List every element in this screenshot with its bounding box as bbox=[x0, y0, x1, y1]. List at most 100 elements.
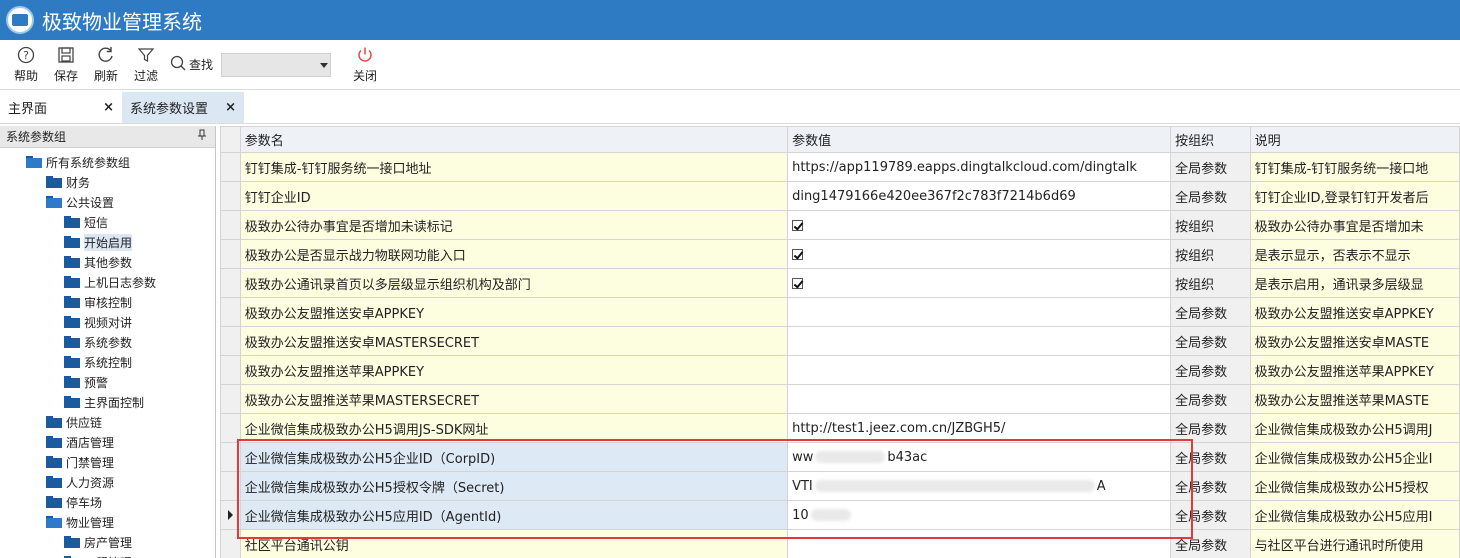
row-header[interactable] bbox=[220, 442, 241, 472]
param-name-cell[interactable]: 企业微信集成极致办公H5企业ID（CorpID) bbox=[239, 442, 789, 472]
help-button[interactable]: ? 帮助 bbox=[6, 42, 46, 88]
param-desc-cell[interactable]: 极致办公友盟推送苹果APPKEY bbox=[1249, 355, 1460, 385]
table-row[interactable]: 极致办公友盟推送苹果APPKEY 全局参数 极致办公友盟推送苹果APPKEY bbox=[220, 355, 1460, 385]
row-header[interactable] bbox=[220, 500, 241, 530]
tree-item[interactable]: 房产管理 bbox=[64, 532, 132, 552]
param-name-cell[interactable]: 极致办公待办事宜是否增加未读标记 bbox=[239, 210, 789, 240]
param-value-cell[interactable] bbox=[787, 268, 1172, 298]
param-desc-cell[interactable]: 企业微信集成极致办公H5授权 bbox=[1249, 471, 1460, 501]
table-row[interactable]: 企业微信集成极致办公H5企业ID（CorpID) ww b43ac 全局参数 企业微信集… bbox=[220, 442, 1460, 472]
tree-item[interactable]: 短信 bbox=[64, 212, 108, 232]
row-header[interactable] bbox=[220, 181, 241, 211]
param-name-cell[interactable]: 极致办公友盟推送苹果APPKEY bbox=[239, 355, 789, 385]
param-org-cell[interactable]: 全局参数 bbox=[1170, 471, 1251, 501]
tree-item[interactable]: 预警 bbox=[64, 372, 108, 392]
table-row[interactable]: 钉钉企业ID ding1479166e420ee367f2c783f7214b6d… bbox=[220, 181, 1460, 211]
chevron-down-icon[interactable] bbox=[320, 62, 329, 68]
row-header[interactable] bbox=[220, 384, 241, 414]
param-name-cell[interactable]: 钉钉集成-钉钉服务统一接口地址 bbox=[239, 152, 789, 182]
param-value-cell[interactable]: 10 bbox=[787, 500, 1172, 530]
param-name-cell[interactable]: 极致办公是否显示战力物联网功能入口 bbox=[239, 239, 789, 269]
param-value-cell[interactable]: ww b43ac bbox=[787, 442, 1172, 472]
filter-button[interactable]: 过滤 bbox=[126, 42, 166, 88]
save-button[interactable]: 保存 bbox=[46, 42, 86, 88]
param-org-cell[interactable]: 全局参数 bbox=[1170, 297, 1251, 327]
row-header[interactable] bbox=[220, 239, 241, 269]
param-name-cell[interactable]: 社区平台通讯公钥 bbox=[239, 529, 789, 558]
param-org-cell[interactable]: 全局参数 bbox=[1170, 529, 1251, 558]
refresh-button[interactable]: 刷新 bbox=[86, 42, 126, 88]
param-org-cell[interactable]: 全局参数 bbox=[1170, 181, 1251, 211]
param-desc-cell[interactable]: 极致办公友盟推送安卓MASTE bbox=[1249, 326, 1460, 356]
tree-item[interactable]: 停车场 bbox=[46, 492, 102, 512]
checkbox-checked[interactable] bbox=[792, 248, 804, 260]
param-name-cell[interactable]: 极致办公通讯录首页以多层级显示组织机构及部门 bbox=[239, 268, 789, 298]
table-row[interactable]: 极致办公待办事宜是否增加未读标记 按组织 极致办公待办事宜是否增加未 bbox=[220, 210, 1460, 240]
param-desc-cell[interactable]: 钉钉集成-钉钉服务统一接口地 bbox=[1249, 152, 1460, 182]
param-org-cell[interactable]: 全局参数 bbox=[1170, 442, 1251, 472]
column-header-desc[interactable]: 说明 bbox=[1249, 126, 1460, 153]
param-desc-cell[interactable]: 极致办公友盟推送安卓APPKEY bbox=[1249, 297, 1460, 327]
row-header[interactable] bbox=[220, 297, 241, 327]
search-combo[interactable] bbox=[221, 52, 332, 77]
checkbox-checked[interactable] bbox=[792, 219, 804, 231]
close-icon[interactable]: × bbox=[225, 100, 236, 115]
row-header[interactable] bbox=[220, 152, 241, 182]
tree-item[interactable]: 门禁管理 bbox=[46, 452, 114, 472]
param-name-cell[interactable]: 企业微信集成极致办公H5授权令牌（Secret) bbox=[239, 471, 789, 501]
param-org-cell[interactable]: 全局参数 bbox=[1170, 326, 1251, 356]
param-org-cell[interactable]: 全局参数 bbox=[1170, 500, 1251, 530]
tree-item[interactable]: 供应链 bbox=[46, 412, 102, 432]
param-name-cell[interactable]: 钉钉企业ID bbox=[239, 181, 789, 211]
param-value-cell[interactable] bbox=[787, 239, 1172, 269]
column-header-org[interactable]: 按组织 bbox=[1170, 126, 1251, 153]
tree-item[interactable]: 公共设置 bbox=[46, 192, 114, 212]
param-desc-cell[interactable]: 钉钉企业ID,登录钉钉开发者后 bbox=[1249, 181, 1460, 211]
tab-system-params[interactable]: 系统参数设置 × bbox=[122, 92, 244, 123]
param-value-cell[interactable]: https://app119789.eapps.dingtalkcloud.co… bbox=[787, 152, 1172, 182]
param-desc-cell[interactable]: 企业微信集成极致办公H5调用J bbox=[1249, 413, 1460, 443]
table-row[interactable]: 极致办公友盟推送安卓APPKEY 全局参数 极致办公友盟推送安卓APPKEY bbox=[220, 297, 1460, 327]
param-value-cell[interactable] bbox=[787, 326, 1172, 356]
pin-icon[interactable] bbox=[197, 129, 207, 144]
param-org-cell[interactable]: 全局参数 bbox=[1170, 152, 1251, 182]
param-value-cell[interactable] bbox=[787, 355, 1172, 385]
param-name-cell[interactable]: 企业微信集成极致办公H5调用JS-SDK网址 bbox=[239, 413, 789, 443]
row-header[interactable] bbox=[220, 355, 241, 385]
param-desc-cell[interactable]: 企业微信集成极致办公H5企业I bbox=[1249, 442, 1460, 472]
table-row[interactable]: 企业微信集成极致办公H5调用JS-SDK网址 http://test1.jeez.… bbox=[220, 413, 1460, 443]
tree-item[interactable]: 开始启用 bbox=[64, 232, 133, 252]
param-value-cell[interactable] bbox=[787, 297, 1172, 327]
tree-item[interactable]: 财务 bbox=[46, 172, 90, 192]
tree-item[interactable]: 视频对讲 bbox=[64, 312, 132, 332]
param-value-cell[interactable]: ding1479166e420ee367f2c783f7214b6d69 bbox=[787, 181, 1172, 211]
tree-item[interactable]: 酒店管理 bbox=[46, 432, 114, 452]
table-row[interactable]: 极致办公友盟推送安卓MASTERSECRET 全局参数 极致办公友盟推送安卓MAST… bbox=[220, 326, 1460, 356]
table-row[interactable]: 极致办公通讯录首页以多层级显示组织机构及部门 按组织 是表示启用，通讯录多层级显 bbox=[220, 268, 1460, 298]
param-desc-cell[interactable]: 是表示启用，通讯录多层级显 bbox=[1249, 268, 1460, 298]
row-header[interactable] bbox=[220, 413, 241, 443]
close-icon[interactable]: × bbox=[103, 100, 114, 115]
param-value-cell[interactable]: VTI A bbox=[787, 471, 1172, 501]
param-name-cell[interactable]: 企业微信集成极致办公H5应用ID（AgentId) bbox=[239, 500, 789, 530]
param-name-cell[interactable]: 极致办公友盟推送安卓MASTERSECRET bbox=[239, 326, 789, 356]
row-header[interactable] bbox=[220, 471, 241, 501]
row-header[interactable] bbox=[220, 529, 241, 558]
param-name-cell[interactable]: 极致办公友盟推送苹果MASTERSECRET bbox=[239, 384, 789, 414]
row-header[interactable] bbox=[220, 210, 241, 240]
param-desc-cell[interactable]: 极致办公友盟推送苹果MASTE bbox=[1249, 384, 1460, 414]
tree-item[interactable]: 工程管理 bbox=[64, 552, 132, 558]
param-org-cell[interactable]: 按组织 bbox=[1170, 268, 1251, 298]
close-button[interactable]: 关闭 bbox=[345, 42, 385, 88]
param-desc-cell[interactable]: 极致办公待办事宜是否增加未 bbox=[1249, 210, 1460, 240]
column-header-value[interactable]: 参数值 bbox=[787, 126, 1172, 153]
tree-item[interactable]: 物业管理 bbox=[46, 512, 114, 532]
tree-item[interactable]: 上机日志参数 bbox=[64, 272, 156, 292]
tree-item[interactable]: 系统控制 bbox=[64, 352, 132, 372]
tree-item[interactable]: 系统参数 bbox=[64, 332, 132, 352]
param-org-cell[interactable]: 全局参数 bbox=[1170, 413, 1251, 443]
param-value-cell[interactable] bbox=[787, 210, 1172, 240]
param-desc-cell[interactable]: 是表示显示，否表示不显示 bbox=[1249, 239, 1460, 269]
column-header-name[interactable]: 参数名 bbox=[239, 126, 789, 153]
param-org-cell[interactable]: 全局参数 bbox=[1170, 355, 1251, 385]
